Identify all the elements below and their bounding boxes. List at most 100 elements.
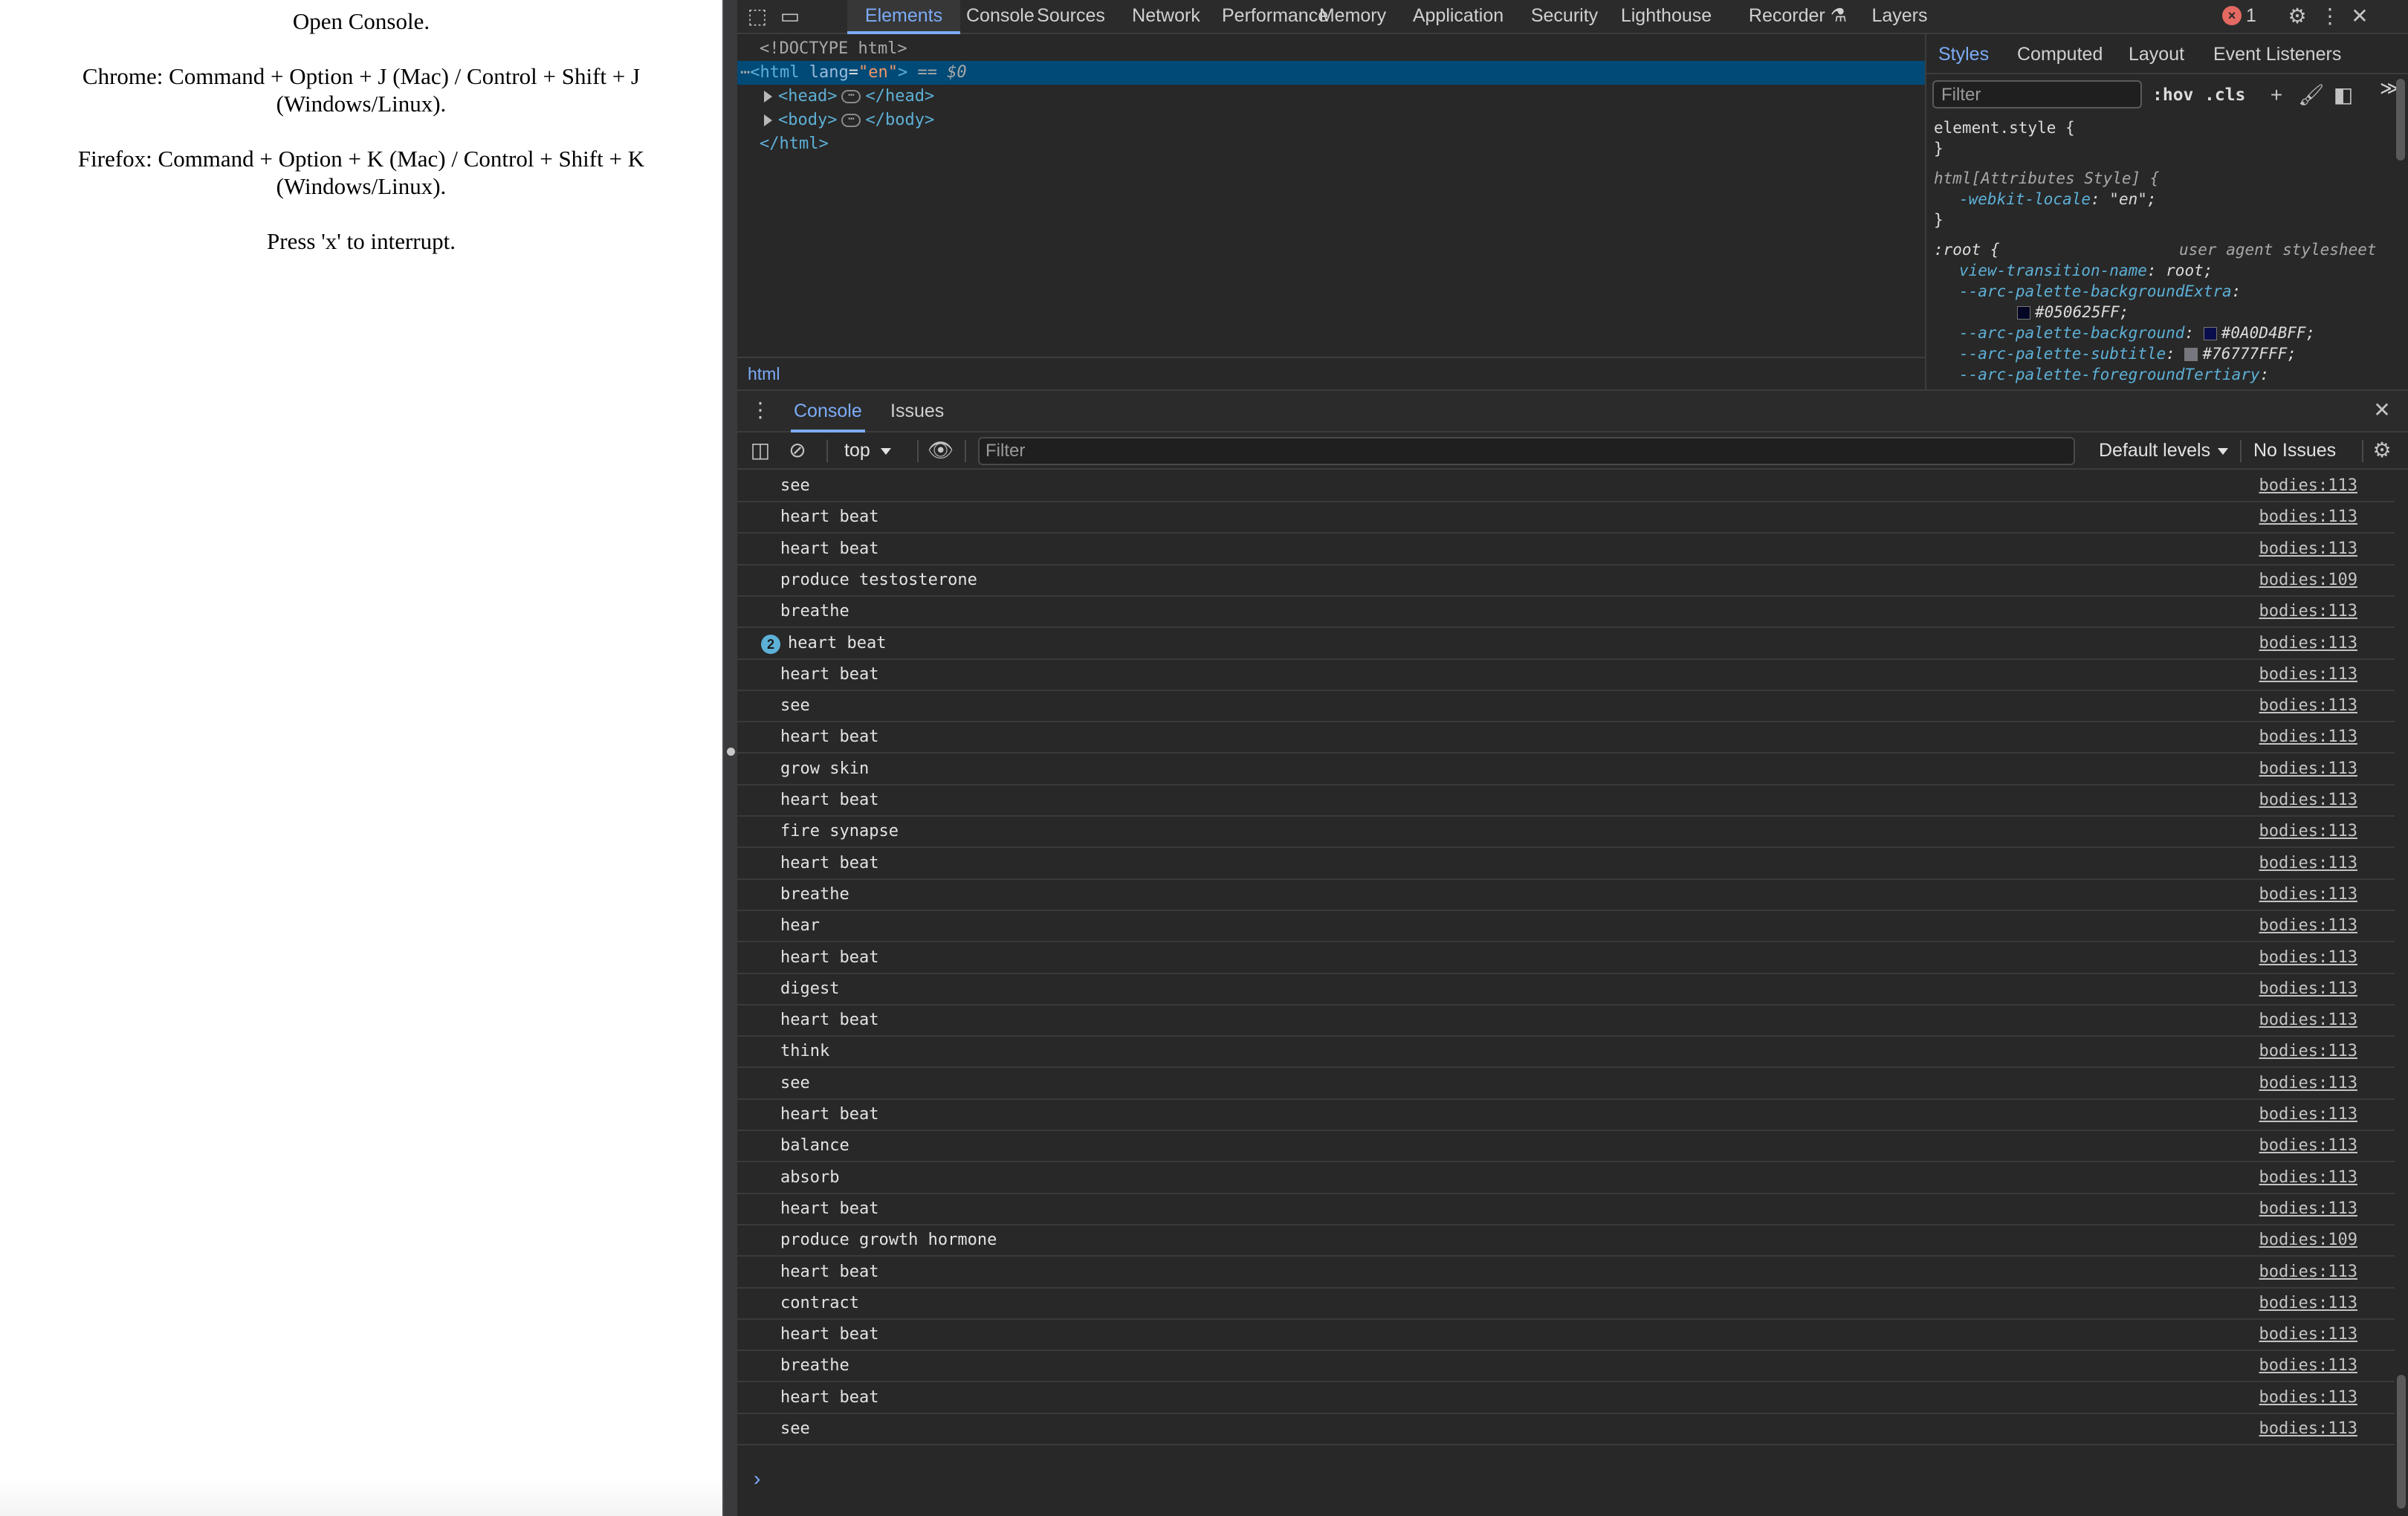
kebab-menu-icon[interactable]: ⋮: [2317, 4, 2343, 28]
console-source-link[interactable]: bodies:113: [2259, 1005, 2357, 1035]
console-source-link[interactable]: bodies:113: [2259, 1131, 2357, 1161]
device-toolbar-icon[interactable]: ▭: [777, 4, 803, 28]
console-message-row[interactable]: produce testosterone bodies:109: [737, 566, 2395, 597]
console-message-row[interactable]: grow skin bodies:113: [737, 754, 2395, 785]
console-message-row[interactable]: fire synapse bodies:113: [737, 817, 2395, 848]
console-message-row[interactable]: see bodies:113: [737, 1069, 2395, 1100]
console-message-row[interactable]: breathe bodies:113: [737, 597, 2395, 628]
error-count[interactable]: 1: [2246, 0, 2256, 33]
console-source-link[interactable]: bodies:113: [2259, 691, 2357, 721]
css-decl-bg[interactable]: --arc-palette-background: #0A0D4BFF;: [1959, 323, 2315, 343]
console-message-row[interactable]: see bodies:113: [737, 691, 2395, 722]
gear-icon[interactable]: ⚙: [2369, 438, 2395, 462]
console-message-row[interactable]: heart beat bodies:113: [737, 502, 2395, 534]
console-message-row[interactable]: balance bodies:113: [737, 1131, 2395, 1162]
console-filter-input[interactable]: Filter: [978, 437, 2075, 465]
console-source-link[interactable]: bodies:113: [2259, 1163, 2357, 1193]
sidebar-toggle-icon[interactable]: ◫: [748, 438, 773, 462]
console-message-row[interactable]: heart beat bodies:113: [737, 943, 2395, 974]
css-decl-fg-tertiary[interactable]: --arc-palette-foregroundTertiary:: [1959, 364, 2269, 385]
console-message-row[interactable]: absorb bodies:113: [737, 1163, 2395, 1194]
console-message-row[interactable]: breathe bodies:113: [737, 880, 2395, 911]
ellipsis-icon[interactable]: ⋯: [841, 114, 861, 127]
console-prompt[interactable]: ›: [737, 1462, 2395, 1495]
tab-lighthouse[interactable]: Lighthouse: [1604, 0, 1729, 33]
console-message-row[interactable]: heart beat bodies:113: [737, 1100, 2395, 1131]
console-message-row[interactable]: produce growth hormone bodies:109: [737, 1225, 2395, 1257]
console-source-link[interactable]: bodies:113: [2259, 1414, 2357, 1444]
console-message-row[interactable]: see bodies:113: [737, 471, 2395, 502]
console-message-row[interactable]: heart beat bodies:113: [737, 660, 2395, 691]
drawer-menu-icon[interactable]: ⋮: [748, 398, 773, 422]
console-source-link[interactable]: bodies:113: [2259, 1257, 2357, 1287]
clear-console-icon[interactable]: ⊘: [785, 438, 810, 462]
error-icon[interactable]: ×: [2222, 6, 2242, 25]
class-toggle-button[interactable]: .cls: [2204, 82, 2245, 108]
styles-scrollbar[interactable]: [2396, 79, 2405, 161]
console-source-link[interactable]: bodies:113: [2259, 471, 2357, 501]
console-source-link[interactable]: bodies:113: [2259, 1100, 2357, 1130]
css-rule-element-style[interactable]: element.style {: [1934, 117, 2075, 138]
console-source-link[interactable]: bodies:113: [2259, 817, 2357, 846]
styles-filter-input[interactable]: Filter: [1932, 80, 2142, 108]
css-rule-attr-style[interactable]: html[Attributes Style] {: [1934, 168, 2159, 189]
dom-html-close[interactable]: </html>: [737, 132, 1925, 156]
css-decl-bg-extra[interactable]: --arc-palette-backgroundExtra:: [1959, 281, 2241, 302]
console-source-link[interactable]: bodies:113: [2259, 943, 2357, 973]
console-message-row[interactable]: heart beat bodies:113: [737, 1383, 2395, 1414]
console-source-link[interactable]: bodies:113: [2259, 502, 2357, 532]
console-source-link[interactable]: bodies:113: [2259, 629, 2357, 658]
devtools-resize-splitter[interactable]: [722, 0, 737, 1516]
console-message-row[interactable]: heart beat bodies:113: [737, 785, 2395, 817]
styles-tab-computed[interactable]: Computed: [2017, 34, 2103, 74]
console-source-link[interactable]: bodies:113: [2259, 1351, 2357, 1381]
tab-security[interactable]: Security: [1525, 0, 1604, 33]
styles-tab-event-listeners[interactable]: Event Listeners: [2213, 34, 2341, 74]
console-source-link[interactable]: bodies:113: [2259, 1037, 2357, 1066]
sidebar-toggle-icon[interactable]: ◧: [2331, 82, 2356, 108]
styles-tab-layout[interactable]: Layout: [2129, 34, 2184, 74]
console-message-row[interactable]: contract bodies:113: [737, 1289, 2395, 1320]
console-source-link[interactable]: bodies:113: [2259, 722, 2357, 752]
log-levels-dropdown[interactable]: Default levels: [2099, 433, 2229, 468]
tab-recorder[interactable]: Recorder ⚗: [1729, 0, 1867, 33]
new-rule-icon[interactable]: +: [2264, 82, 2289, 108]
color-swatch[interactable]: [2184, 348, 2198, 361]
console-message-row[interactable]: 2 heart beat bodies:113: [737, 629, 2395, 660]
tab-layers[interactable]: Layers: [1867, 0, 1932, 33]
styles-tab-styles[interactable]: Styles: [1938, 34, 1989, 74]
breadcrumb-item-html[interactable]: html: [748, 358, 780, 389]
paint-brush-icon[interactable]: 🖌: [2298, 82, 2325, 108]
drawer-tab-console[interactable]: Console: [791, 391, 865, 433]
console-message-row[interactable]: heart beat bodies:113: [737, 534, 2395, 566]
console-source-link[interactable]: bodies:113: [2259, 597, 2357, 626]
console-source-link[interactable]: bodies:113: [2259, 1383, 2357, 1413]
console-scrollbar-thumb[interactable]: [2397, 1375, 2406, 1509]
css-decl-subtitle[interactable]: --arc-palette-subtitle: #76777FFF;: [1959, 343, 2297, 364]
color-swatch[interactable]: [2017, 306, 2030, 320]
console-source-link[interactable]: bodies:113: [2259, 911, 2357, 941]
tab-memory[interactable]: Memory: [1314, 0, 1391, 33]
console-source-link[interactable]: bodies:113: [2259, 1289, 2357, 1318]
console-scrollbar-track[interactable]: [2395, 471, 2408, 1516]
color-swatch[interactable]: [2203, 327, 2217, 340]
css-rule-root[interactable]: :root {: [1934, 239, 2000, 260]
close-drawer-icon[interactable]: ✕: [2369, 398, 2395, 422]
css-decl-bg-extra-value[interactable]: #050625FF;: [2017, 302, 2129, 323]
console-source-link[interactable]: bodies:113: [2259, 1069, 2357, 1098]
dom-body-node[interactable]: <body> ⋯ </body>: [737, 108, 1925, 132]
console-message-row[interactable]: heart beat bodies:113: [737, 1257, 2395, 1289]
issues-counter[interactable]: No Issues: [2253, 433, 2336, 468]
console-source-link[interactable]: bodies:113: [2259, 1194, 2357, 1224]
close-icon[interactable]: ✕: [2347, 4, 2372, 28]
console-source-link[interactable]: bodies:113: [2259, 880, 2357, 910]
console-source-link[interactable]: bodies:113: [2259, 1320, 2357, 1350]
console-source-link[interactable]: bodies:109: [2259, 1225, 2357, 1255]
tab-sources[interactable]: Sources: [1032, 0, 1110, 33]
console-message-row[interactable]: heart beat bodies:113: [737, 1320, 2395, 1351]
dom-html-node[interactable]: ⋯<html lang="en"> == $0: [737, 61, 1925, 85]
console-source-link[interactable]: bodies:113: [2259, 974, 2357, 1004]
css-decl-locale[interactable]: -webkit-locale: "en";: [1959, 189, 2157, 210]
console-message-row[interactable]: heart beat bodies:113: [737, 1005, 2395, 1037]
drawer-tab-issues[interactable]: Issues: [890, 391, 944, 431]
